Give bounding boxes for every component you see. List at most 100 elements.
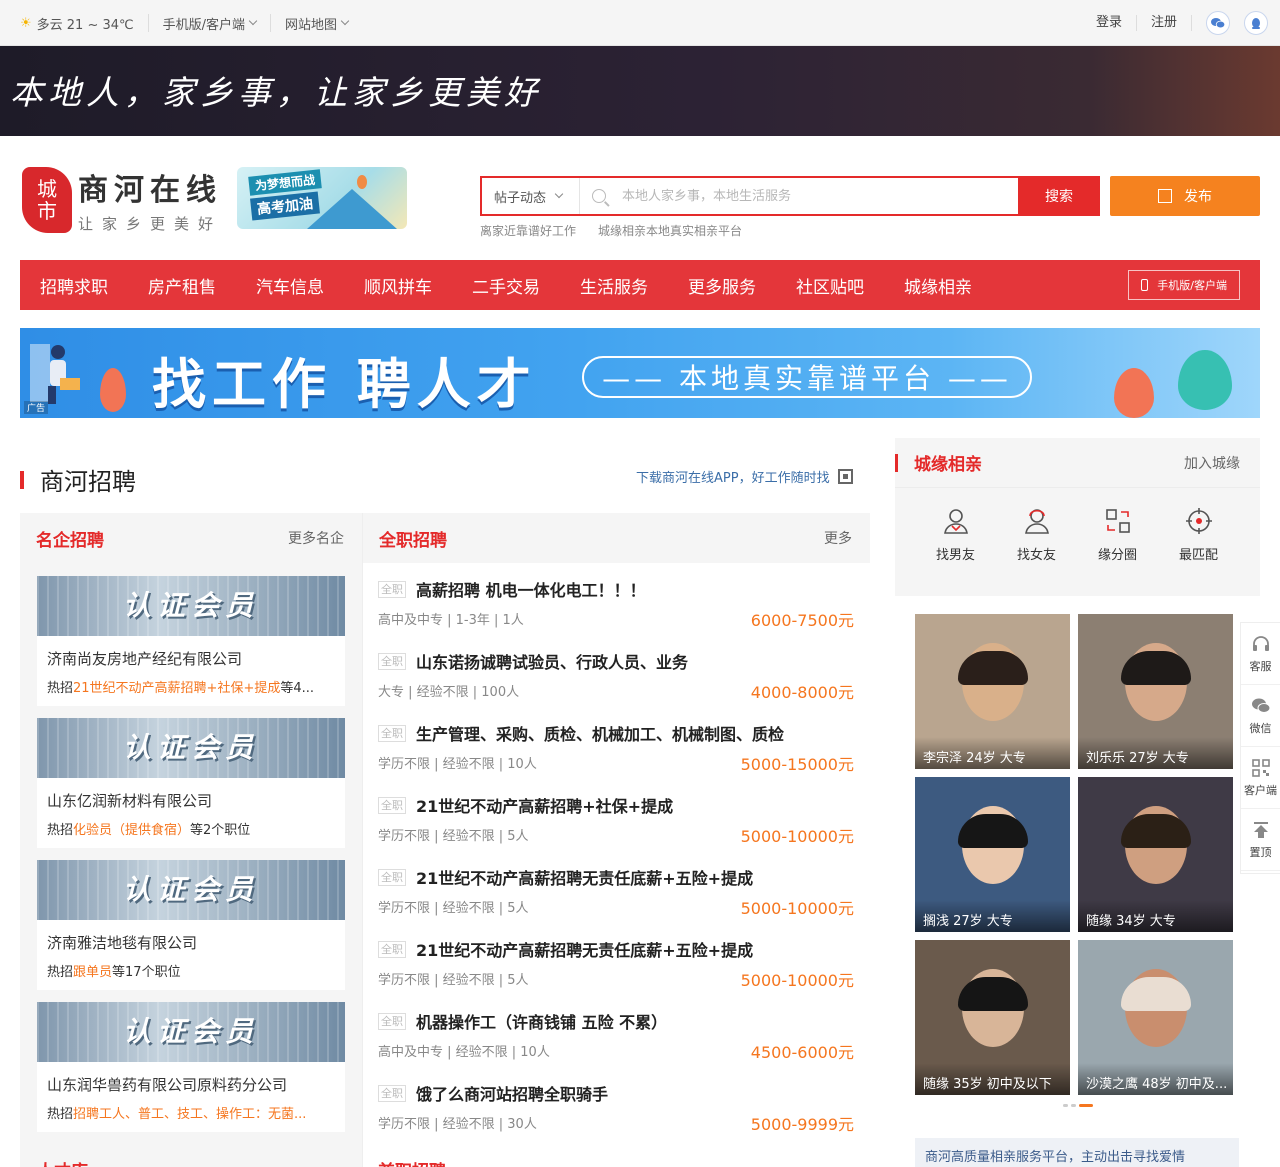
nav-item-secondhand[interactable]: 二手交易 xyxy=(452,273,560,298)
company-card[interactable]: 认证会员 济南雅洁地毯有限公司 热招跟单员等17个职位 xyxy=(37,860,345,990)
sitemap-dropdown[interactable]: 网站地图 xyxy=(271,14,362,33)
job-requirements: 高中及中专 | 经验不限 | 10人 xyxy=(378,1045,550,1060)
job-title[interactable]: 21世纪不动产高薪招聘+社保+提成 xyxy=(416,793,673,817)
search-input[interactable] xyxy=(622,179,1002,213)
job-title[interactable]: 生产管理、采购、质检、机械加工、机械制图、质检 xyxy=(416,721,784,745)
profile-photo-card[interactable]: 沙漠之鹰 48岁 初中及... xyxy=(1078,940,1233,1095)
hot-word-link[interactable]: 离家近靠谱好工作 xyxy=(480,222,576,239)
profile-caption: 搁浅 27岁 大专 xyxy=(915,900,1070,932)
certified-member-banner: 认证会员 xyxy=(37,860,345,920)
company-hot-jobs: 热招化验员（提供食宿）等2个职位 xyxy=(47,823,251,838)
hot-job-link[interactable]: 化验员（提供食宿） xyxy=(73,823,190,838)
customer-service-button[interactable]: 客服 xyxy=(1241,623,1280,685)
site-logo[interactable]: 城 市 商河在线 让家乡更美好 xyxy=(22,165,222,234)
join-dating-link[interactable]: 加入城缘 xyxy=(1184,453,1240,473)
job-listing[interactable]: 全职 山东诺扬诚聘试验员、行政人员、业务 大专 | 经验不限 | 100人 4000-… xyxy=(378,649,854,721)
job-requirements: 大专 | 经验不限 | 100人 xyxy=(378,685,520,700)
weather-cloud-icon: ☀ xyxy=(20,15,32,31)
talent-pool-title: 人才库 xyxy=(37,1157,88,1167)
job-salary: 5000-15000元 xyxy=(740,755,854,774)
top-bar: ☀ 多云 21 ~ 34℃ 手机版/客户端 网站地图 登录 注册 xyxy=(0,0,1280,46)
nav-item-life[interactable]: 生活服务 xyxy=(560,273,668,298)
more-jobs-link[interactable]: 更多 xyxy=(824,528,852,548)
job-salary: 5000-10000元 xyxy=(740,899,854,918)
company-card[interactable]: 认证会员 山东润华兽药有限公司原料药分公司 热招招聘工人、普工、技工、操作工：无菌.… xyxy=(37,1002,345,1132)
profile-photo-card[interactable]: 刘乐乐 27岁 大专 xyxy=(1078,614,1233,769)
register-link[interactable]: 注册 xyxy=(1137,15,1192,31)
nav-mobile-client-button[interactable]: 手机版/客户端 xyxy=(1128,270,1240,300)
profile-photo-card[interactable]: 李宗泽 24岁 大专 xyxy=(915,614,1070,769)
wechat-login-icon[interactable] xyxy=(1206,11,1230,35)
company-card[interactable]: 认证会员 山东亿润新材料有限公司 热招化验员（提供食宿）等2个职位 xyxy=(37,718,345,848)
nav-item-carpool[interactable]: 顺风拼车 xyxy=(344,273,452,298)
fulltime-tag: 全职 xyxy=(378,940,406,958)
profile-caption: 刘乐乐 27岁 大专 xyxy=(1078,737,1233,769)
gaokao-promo-image[interactable]: 为梦想而战 高考加油 xyxy=(237,167,407,229)
nav-item-house[interactable]: 房产租售 xyxy=(128,273,236,298)
fate-circle-button[interactable]: 缘分圈 xyxy=(1077,506,1158,563)
hot-job-link[interactable]: 招聘工人、普工、技工、操作工：无菌... xyxy=(73,1107,306,1122)
job-listing[interactable]: 全职 饿了么商河站招聘全职骑手 学历不限 | 经验不限 | 30人 5000-9999… xyxy=(378,1081,854,1153)
title-accent-bar xyxy=(20,470,24,489)
job-title[interactable]: 饿了么商河站招聘全职骑手 xyxy=(416,1081,608,1105)
login-link[interactable]: 登录 xyxy=(1082,15,1137,31)
company-name[interactable]: 山东亿润新材料有限公司 xyxy=(47,790,345,811)
nav-item-forum[interactable]: 社区贴吧 xyxy=(776,273,884,298)
leaf-decoration xyxy=(100,368,126,412)
dating-promo-bar[interactable]: 商河高质量相亲服务平台，主动出击寻找爱情 xyxy=(915,1138,1239,1167)
profile-photo-card[interactable]: 随缘 35岁 初中及以下 xyxy=(915,940,1070,1095)
search-category-select[interactable]: 帖子动态 xyxy=(482,178,580,214)
find-boyfriend-button[interactable]: 找男友 xyxy=(915,506,996,563)
job-title[interactable]: 机器操作工（许商钱铺 五险 不累） xyxy=(416,1009,667,1033)
search-button[interactable]: 搜索 xyxy=(1018,176,1100,216)
job-listing[interactable]: 全职 21世纪不动产高薪招聘无责任底薪+五险+提成 学历不限 | 经验不限 | 5人… xyxy=(378,865,854,937)
job-title[interactable]: 21世纪不动产高薪招聘无责任底薪+五险+提成 xyxy=(416,937,753,961)
company-name[interactable]: 济南尚友房地产经纪有限公司 xyxy=(47,648,345,669)
publish-button[interactable]: 发布 xyxy=(1110,176,1260,216)
client-app-button[interactable]: 客户端 xyxy=(1241,747,1280,809)
best-match-button[interactable]: 最匹配 xyxy=(1158,506,1239,563)
download-app-link[interactable]: 下载商河在线APP，好工作随时找 xyxy=(636,467,853,486)
nav-item-car[interactable]: 汽车信息 xyxy=(236,273,344,298)
nav-item-more[interactable]: 更多服务 xyxy=(668,273,776,298)
job-listing[interactable]: 全职 机器操作工（许商钱铺 五险 不累） 高中及中专 | 经验不限 | 10人 450… xyxy=(378,1009,854,1081)
job-salary: 6000-7500元 xyxy=(750,611,854,630)
qrcode-icon xyxy=(1251,758,1270,777)
mobile-client-dropdown[interactable]: 手机版/客户端 xyxy=(149,14,272,33)
back-to-top-button[interactable]: 置顶 xyxy=(1241,809,1280,871)
fulltime-tag: 全职 xyxy=(378,796,406,814)
job-title[interactable]: 山东诺扬诚聘试验员、行政人员、业务 xyxy=(416,649,688,673)
company-name[interactable]: 山东润华兽药有限公司原料药分公司 xyxy=(47,1074,345,1095)
company-name[interactable]: 济南雅洁地毯有限公司 xyxy=(47,932,345,953)
fulltime-tag: 全职 xyxy=(378,1084,406,1102)
weather[interactable]: ☀ 多云 21 ~ 34℃ xyxy=(20,14,149,33)
fulltime-tag: 全职 xyxy=(378,724,406,742)
job-listing[interactable]: 全职 21世纪不动产高薪招聘+社保+提成 学历不限 | 经验不限 | 5人 5000-… xyxy=(378,793,854,865)
nav-item-jobs[interactable]: 招聘求职 xyxy=(20,273,128,298)
job-title[interactable]: 高薪招聘 机电一体化电工！！！ xyxy=(416,577,646,601)
wechat-button[interactable]: 微信 xyxy=(1241,685,1280,747)
qq-login-icon[interactable] xyxy=(1244,11,1268,35)
nav-item-dating[interactable]: 城缘相亲 xyxy=(884,273,992,298)
hot-job-link[interactable]: 21世纪不动产高薪招聘+社保+提成 xyxy=(73,681,280,696)
ad-banner[interactable]: 找工作 聘人才 —— 本地真实靠谱平台 —— 广告 xyxy=(20,328,1260,418)
job-listing[interactable]: 全职 21世纪不动产高薪招聘无责任底薪+五险+提成 学历不限 | 经验不限 | 5人… xyxy=(378,937,854,1009)
profile-caption: 李宗泽 24岁 大专 xyxy=(915,737,1070,769)
carousel-dots[interactable] xyxy=(1063,1104,1096,1107)
fulltime-tag: 全职 xyxy=(378,1012,406,1030)
job-title[interactable]: 21世纪不动产高薪招聘无责任底薪+五险+提成 xyxy=(416,865,753,889)
hot-word-link[interactable]: 城缘相亲本地真实相亲平台 xyxy=(598,222,742,239)
profile-photo-card[interactable]: 搁浅 27岁 大专 xyxy=(915,777,1070,932)
find-girlfriend-button[interactable]: 找女友 xyxy=(996,506,1077,563)
job-listing[interactable]: 全职 高薪招聘 机电一体化电工！！！ 高中及中专 | 1-3年 | 1人 6000-7… xyxy=(378,577,854,649)
job-listing[interactable]: 全职 生产管理、采购、质检、机械加工、机械制图、质检 学历不限 | 经验不限 | 1… xyxy=(378,721,854,793)
company-card[interactable]: 认证会员 济南尚友房地产经纪有限公司 热招21世纪不动产高薪招聘+社保+提成等4..… xyxy=(37,576,345,706)
section-title: 商河招聘 xyxy=(20,462,136,497)
more-companies-link[interactable]: 更多名企 xyxy=(288,528,344,548)
hot-job-link[interactable]: 跟单员 xyxy=(73,965,112,980)
famous-companies-panel: 名企招聘 更多名企 认证会员 济南尚友房地产经纪有限公司 热招21世纪不动产高薪招聘… xyxy=(20,513,362,1167)
profile-photo-card[interactable]: 随缘 34岁 大专 xyxy=(1078,777,1233,932)
leaf-decoration xyxy=(1114,368,1154,418)
fulltime-tag: 全职 xyxy=(378,580,406,598)
male-user-icon xyxy=(943,509,968,534)
